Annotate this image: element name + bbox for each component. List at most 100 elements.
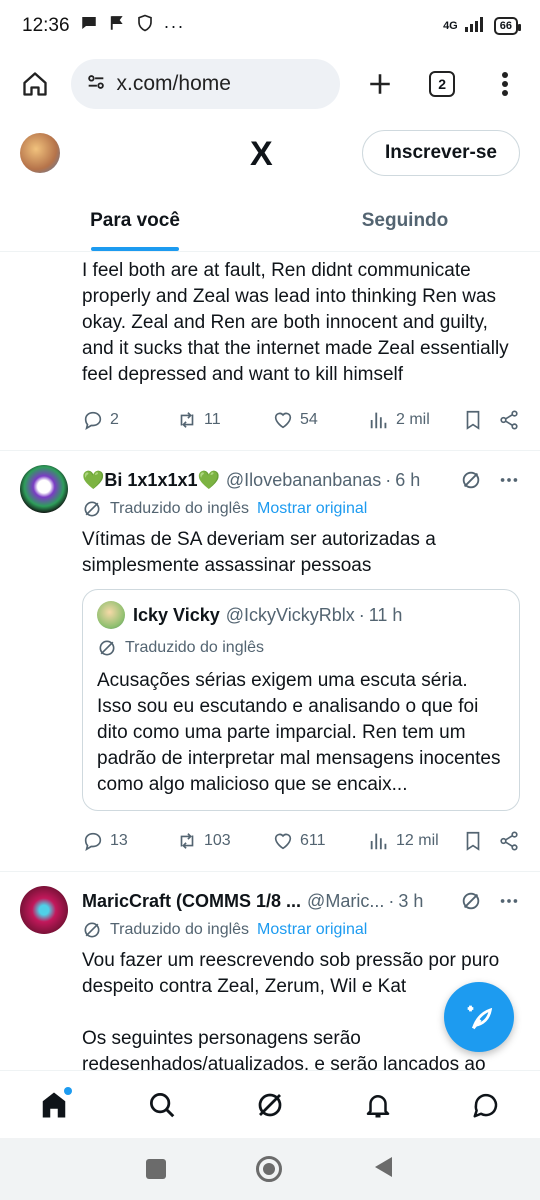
bookmark-icon	[466, 410, 480, 430]
profile-avatar[interactable]	[20, 133, 60, 173]
tweet-text: Vítimas de SA deveriam ser autorizadas a…	[82, 529, 442, 576]
grok-icon	[258, 1093, 282, 1116]
reply-button[interactable]: 2	[82, 409, 176, 431]
x-logo[interactable]: X	[250, 135, 273, 174]
translated-label: Traduzido do inglês	[110, 500, 250, 517]
site-settings-icon[interactable]	[85, 71, 107, 98]
bookmark-button[interactable]	[462, 830, 498, 852]
bottom-navigation	[0, 1070, 540, 1138]
tweet-time[interactable]: 6 h	[395, 470, 420, 491]
nav-search[interactable]	[132, 1075, 192, 1135]
display-name[interactable]: MaricCraft (COMMS 1/8 ...	[82, 891, 301, 912]
active-tab-indicator	[91, 247, 179, 251]
translated-label: Traduzido do inglês	[125, 639, 265, 656]
search-icon	[150, 1092, 175, 1117]
display-name[interactable]: 💚Bi 1x1x1x1💚	[82, 470, 220, 491]
timeline-feed[interactable]: I feel both are at fault, Ren didnt comm…	[0, 252, 540, 1070]
repost-count: 103	[204, 832, 231, 849]
user-handle[interactable]: @Maric...	[307, 891, 384, 912]
tab-label: Para você	[90, 209, 180, 231]
bookmark-button[interactable]	[462, 409, 498, 431]
browser-toolbar: x.com/home 2	[0, 52, 540, 116]
share-button[interactable]	[498, 830, 520, 852]
tab-count: 2	[429, 71, 456, 97]
repost-count: 11	[204, 411, 221, 428]
compose-feather-icon	[467, 1005, 493, 1030]
more-options-icon[interactable]	[498, 469, 520, 491]
avatar[interactable]	[20, 465, 68, 513]
reply-count: 2	[110, 411, 119, 428]
status-bar: 12:36 ··· 4G 66	[0, 0, 540, 52]
quoted-tweet[interactable]: Icky Vicky @IckyVickyRblx · 11 h Traduzi…	[82, 589, 520, 811]
like-count: 611	[300, 832, 326, 849]
repost-icon	[180, 833, 194, 849]
nav-notifications[interactable]	[348, 1075, 408, 1135]
repost-icon	[180, 412, 194, 428]
repost-button[interactable]: 11	[176, 409, 272, 431]
back-icon	[375, 1156, 392, 1177]
grok-translate-icon	[84, 501, 100, 517]
grok-icon[interactable]	[460, 469, 482, 491]
grok-translate-icon	[84, 922, 100, 938]
quote-handle: @IckyVickyRblx	[225, 604, 355, 625]
reply-icon	[84, 832, 102, 851]
share-icon	[500, 410, 518, 430]
views-button[interactable]: 12 mil	[368, 830, 462, 852]
home-outline-icon	[23, 72, 47, 96]
tab-switcher-button[interactable]: 2	[421, 62, 464, 106]
translated-label: Traduzido do inglês	[110, 921, 250, 938]
user-handle[interactable]: @Ilovebananbanas	[226, 470, 381, 491]
translation-notice: Traduzido do inglês Mostrar original	[82, 916, 520, 944]
nav-messages[interactable]	[456, 1075, 516, 1135]
new-tab-button[interactable]	[358, 62, 401, 106]
quote-translation-notice: Traduzido do inglês	[97, 634, 505, 662]
views-count: 2 mil	[396, 411, 430, 428]
notification-dot	[64, 1086, 72, 1095]
more-notifications-icon: ···	[163, 15, 185, 36]
nav-home[interactable]	[24, 1075, 84, 1135]
tweet[interactable]: 💚Bi 1x1x1x1💚 @Ilovebananbanas · 6 h Trad…	[0, 451, 540, 872]
compose-post-button[interactable]	[444, 982, 514, 1052]
avatar[interactable]	[20, 886, 68, 934]
tab-for-you[interactable]: Para você	[0, 190, 270, 251]
show-original-link[interactable]: Mostrar original	[257, 921, 367, 939]
like-button[interactable]: 611	[272, 830, 368, 852]
like-count: 54	[300, 411, 318, 428]
quote-text: Acusações sérias exigem uma escuta séria…	[97, 670, 506, 795]
grok-icon[interactable]	[460, 890, 482, 912]
like-button[interactable]: 54	[272, 409, 368, 431]
url-text: x.com/home	[116, 72, 231, 95]
tweet[interactable]: I feel both are at fault, Ren didnt comm…	[0, 252, 540, 451]
back-button[interactable]	[372, 1155, 394, 1184]
timeline-tabs: Para você Seguindo	[0, 190, 540, 252]
more-options-icon[interactable]	[498, 890, 520, 912]
shield-notification-icon	[136, 14, 154, 38]
show-original-link[interactable]: Mostrar original	[257, 500, 367, 518]
subscribe-button[interactable]: Inscrever-se	[362, 130, 520, 176]
tab-label: Seguindo	[361, 209, 449, 231]
repost-button[interactable]: 103	[176, 830, 272, 852]
views-icon	[370, 833, 387, 850]
plus-icon	[369, 74, 390, 94]
separator-dot: ·	[385, 469, 392, 490]
x-header: X Inscrever-se	[0, 116, 540, 190]
quote-time: 11 h	[368, 604, 403, 625]
share-button[interactable]	[498, 409, 520, 431]
views-button[interactable]: 2 mil	[368, 409, 462, 431]
separator-dot: ·	[358, 604, 365, 625]
tweet-text: I feel both are at fault, Ren didnt comm…	[82, 260, 514, 385]
recents-button[interactable]	[146, 1159, 166, 1179]
nav-grok[interactable]	[240, 1075, 300, 1135]
tab-following[interactable]: Seguindo	[270, 190, 540, 251]
flag-notification-icon	[108, 14, 126, 38]
address-bar[interactable]: x.com/home	[70, 59, 341, 109]
reply-button[interactable]: 13	[82, 830, 176, 852]
reply-icon	[84, 411, 102, 430]
quote-display-name: Icky Vicky	[133, 604, 220, 625]
browser-home-button[interactable]	[14, 62, 57, 106]
tweet-time[interactable]: 3 h	[398, 891, 423, 912]
browser-menu-button[interactable]	[483, 62, 526, 106]
status-time: 12:36	[22, 15, 70, 36]
views-count: 12 mil	[396, 832, 439, 849]
home-circle-button[interactable]	[256, 1156, 282, 1182]
